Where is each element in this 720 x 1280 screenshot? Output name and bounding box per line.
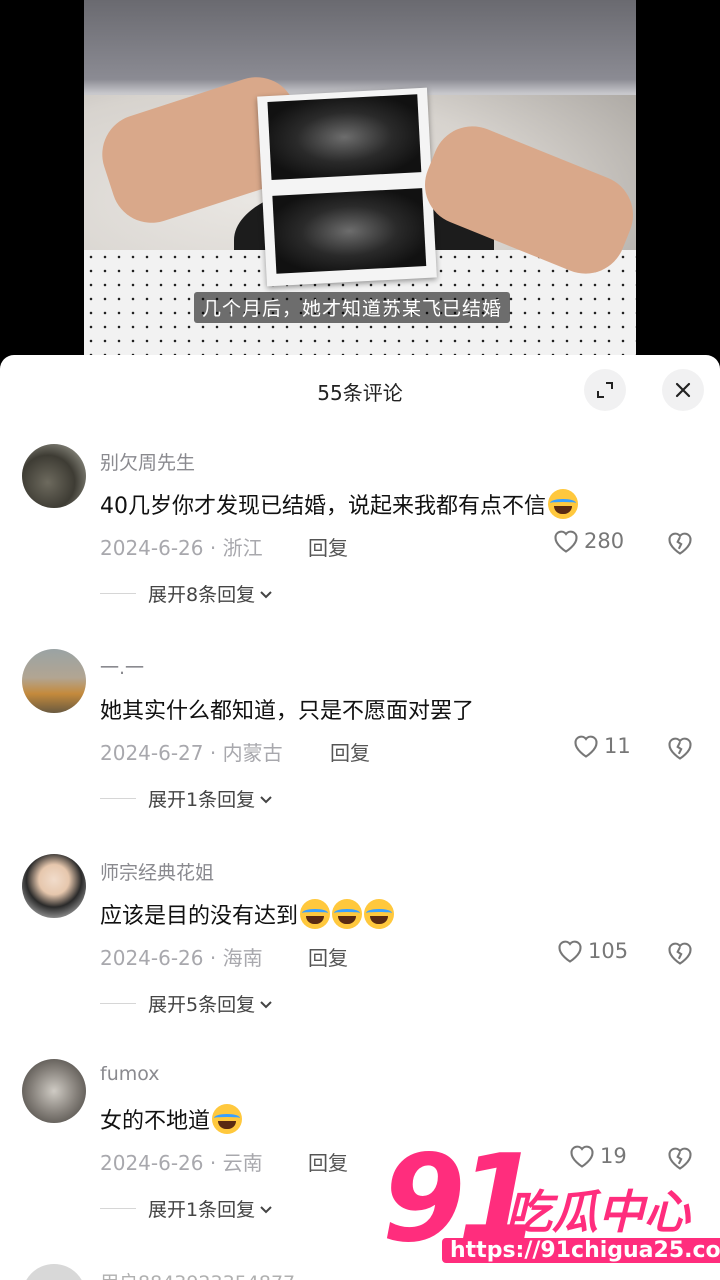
like-count: 105 <box>588 939 629 963</box>
heart-icon <box>574 735 598 758</box>
divider <box>100 1208 136 1209</box>
chevron-down-icon <box>260 590 272 598</box>
reply-button[interactable]: 回复 <box>308 532 348 561</box>
avatar[interactable] <box>22 854 86 918</box>
expand-replies-label: 展开1条回复 <box>148 789 256 811</box>
expand-icon <box>597 382 613 398</box>
heart-icon <box>554 530 578 553</box>
crying-laughing-emoji-icon <box>300 899 331 929</box>
like-button[interactable]: 280 <box>552 528 624 554</box>
ultrasound-photo <box>257 87 437 287</box>
comment-username[interactable]: 师宗经典花姐 <box>100 858 214 885</box>
video-frame: 几个月后，她才知道苏某飞已结婚 <box>84 0 636 360</box>
crying-laughing-emoji-icon <box>212 1104 243 1134</box>
comment-username[interactable]: 别欠周先生 <box>100 448 195 475</box>
comment-username[interactable]: fumox <box>100 1063 160 1085</box>
broken-heart-icon <box>668 942 692 965</box>
comment-text: 应该是目的没有达到 <box>100 898 395 930</box>
heart-icon <box>558 940 582 963</box>
watermark-url: https://91chigua25.com <box>442 1238 720 1263</box>
like-button[interactable]: 11 <box>572 733 631 759</box>
crying-laughing-emoji-icon <box>364 899 395 929</box>
comment-text-body: 应该是目的没有达到 <box>100 904 299 929</box>
like-count: 11 <box>604 734 631 758</box>
expand-replies-label: 展开1条回复 <box>148 1199 256 1221</box>
avatar[interactable] <box>22 444 86 508</box>
comments-header: 55条评论 <box>0 355 720 425</box>
comment-date-location: 2024-6-26 · 云南 <box>100 1151 263 1175</box>
comment-text-body: 40几岁你才发现已结婚，说起来我都有点不信 <box>100 494 546 519</box>
comment-date-location: 2024-6-27 · 内蒙古 <box>100 741 283 765</box>
broken-heart-icon <box>668 737 692 760</box>
reply-button[interactable]: 回复 <box>330 737 370 766</box>
ultrasound-image <box>267 94 422 180</box>
expand-replies-button[interactable]: 展开1条回复 <box>100 1195 274 1222</box>
avatar[interactable] <box>22 1059 86 1123</box>
watermark-logo: 91 吃瓜中心 https://91chigua25.com <box>372 1140 720 1280</box>
divider <box>100 593 136 594</box>
avatar[interactable] <box>22 649 86 713</box>
comment-text: 40几岁你才发现已结婚，说起来我都有点不信 <box>100 488 578 520</box>
expand-replies-button[interactable]: 展开8条回复 <box>100 580 274 607</box>
divider <box>100 1003 136 1004</box>
comment-username[interactable]: 一.一 <box>100 653 144 680</box>
watermark-brand: 吃瓜中心 <box>506 1185 690 1239</box>
dislike-button[interactable] <box>666 530 694 560</box>
like-button[interactable]: 105 <box>556 938 628 964</box>
video-subtitle: 几个月后，她才知道苏某飞已结婚 <box>194 292 511 323</box>
close-button[interactable] <box>662 369 704 411</box>
expand-replies-button[interactable]: 展开1条回复 <box>100 785 274 812</box>
expand-replies-label: 展开8条回复 <box>148 584 256 606</box>
reply-button[interactable]: 回复 <box>308 1147 348 1176</box>
close-icon <box>675 382 691 398</box>
dislike-button[interactable] <box>666 940 694 970</box>
crying-laughing-emoji-icon <box>548 489 578 519</box>
comment-text-body: 女的不地道 <box>100 1109 211 1134</box>
expand-replies-label: 展开5条回复 <box>148 994 256 1016</box>
comment-text: 女的不地道 <box>100 1103 243 1135</box>
broken-heart-icon <box>668 532 692 555</box>
expand-sheet-button[interactable] <box>584 369 626 411</box>
reply-button[interactable]: 回复 <box>308 942 348 971</box>
dislike-button[interactable] <box>666 735 694 765</box>
chevron-down-icon <box>260 1000 272 1008</box>
comment-date-location: 2024-6-26 · 海南 <box>100 946 263 970</box>
comment-date-location: 2024-6-26 · 浙江 <box>100 536 263 560</box>
divider <box>100 798 136 799</box>
chevron-down-icon <box>260 795 272 803</box>
ultrasound-image <box>272 188 427 274</box>
expand-replies-button[interactable]: 展开5条回复 <box>100 990 274 1017</box>
crying-laughing-emoji-icon <box>332 899 363 929</box>
like-count: 280 <box>584 529 625 553</box>
avatar[interactable] <box>22 1264 86 1280</box>
comment-text: 她其实什么都知道，只是不愿面对罢了 <box>100 699 475 724</box>
chevron-down-icon <box>260 1205 272 1213</box>
comment-username[interactable]: 用户88439233548​77 <box>100 1268 295 1280</box>
video-player[interactable]: 几个月后，她才知道苏某飞已结婚 <box>0 0 720 360</box>
